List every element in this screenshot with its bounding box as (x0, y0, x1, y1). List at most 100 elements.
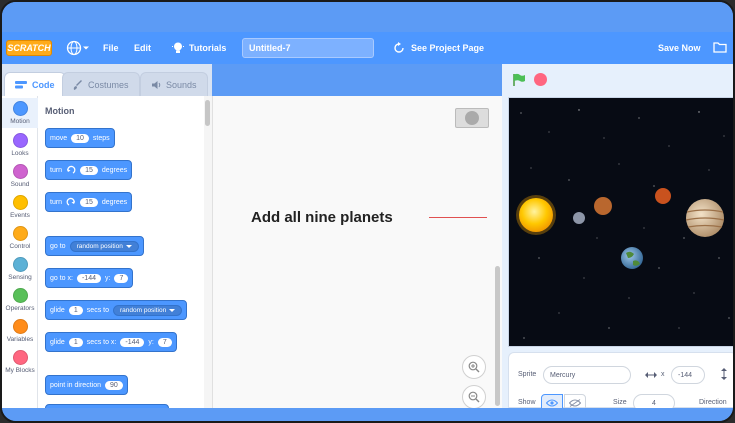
zoom-out-button[interactable] (462, 385, 486, 409)
go-to-dropdown[interactable]: random position (69, 240, 139, 252)
block-text: degrees (101, 166, 128, 174)
tab-sounds[interactable]: Sounds (140, 72, 208, 96)
sun-sprite[interactable] (519, 198, 553, 232)
sprite-name-input[interactable]: Mercury (543, 366, 631, 384)
workspace-scrollbar[interactable] (495, 266, 500, 406)
direction-input[interactable]: 90 (104, 380, 123, 390)
palette-scroll-thumb[interactable] (205, 100, 210, 126)
block-text: move (50, 134, 68, 142)
secs-input[interactable]: 1 (68, 337, 83, 347)
sprite-thumbnail-image (465, 111, 479, 125)
degrees-input[interactable]: 15 (80, 197, 98, 207)
see-project-label: See Project Page (411, 43, 485, 53)
category-label: Looks (11, 150, 29, 157)
zoom-in-icon (468, 361, 480, 373)
rotate-left-icon (66, 197, 76, 206)
category-label: Events (10, 212, 30, 219)
glide-dropdown[interactable]: random position (112, 304, 183, 316)
tutorials-button[interactable]: Tutorials (172, 40, 226, 56)
x-input[interactable]: -144 (76, 273, 101, 283)
folder-icon[interactable] (713, 41, 727, 53)
block-text: y: (148, 338, 154, 346)
zoom-out-icon (468, 391, 480, 403)
earth-sprite[interactable] (621, 247, 643, 269)
horizontal-arrows-icon (645, 372, 657, 378)
block-text: secs to (86, 306, 109, 314)
category-my-blocks[interactable]: My Blocks (2, 347, 38, 377)
turn-right-block[interactable]: turn 15 degrees (45, 160, 133, 180)
category-control[interactable]: Control (2, 223, 38, 253)
x-input[interactable]: -144 (120, 337, 145, 347)
tab-sounds-label: Sounds (166, 79, 197, 90)
see-project-page-button[interactable]: See Project Page (393, 40, 484, 56)
stage-canvas[interactable] (508, 97, 733, 347)
category-label: Control (9, 243, 31, 250)
glide-to-block[interactable]: glide 1 secs to random position (45, 300, 188, 320)
tab-costumes[interactable]: Costumes (62, 72, 140, 96)
category-looks[interactable]: Looks (2, 130, 38, 160)
category-label: My Blocks (5, 367, 35, 374)
tab-costumes-label: Costumes (88, 79, 129, 90)
secs-input[interactable]: 1 (68, 305, 83, 315)
steps-input[interactable]: 10 (71, 133, 89, 143)
dropdown-value: random position (119, 306, 167, 314)
show-label: Show (518, 399, 536, 406)
point-direction-block[interactable]: point in direction 90 (45, 375, 128, 395)
project-title-input[interactable] (242, 38, 374, 58)
block-palette: Motion Looks Sound Events Control Sensin… (2, 96, 212, 414)
block-text: glide (50, 306, 65, 314)
lightbulb-icon (172, 42, 184, 53)
chevron-down-icon (83, 46, 89, 50)
category-events[interactable]: Events (2, 192, 38, 222)
globe-icon (66, 40, 82, 56)
brush-icon (73, 79, 82, 90)
move-steps-block[interactable]: move 10 steps (45, 128, 115, 148)
venus-sprite[interactable] (594, 197, 612, 215)
x-position-input[interactable]: -144 (671, 366, 705, 384)
palette-scrollbar[interactable] (204, 96, 212, 408)
stage-header (502, 64, 733, 96)
category-motion[interactable]: Motion (2, 98, 38, 128)
y-input[interactable]: 7 (114, 273, 129, 283)
go-to-block[interactable]: go to random position (45, 236, 144, 256)
degrees-input[interactable]: 15 (80, 165, 98, 175)
y-input[interactable]: 7 (157, 337, 172, 347)
variables-dot-icon (12, 319, 28, 334)
category-label: Variables (6, 336, 34, 343)
stop-button[interactable] (534, 73, 547, 86)
eye-off-icon (569, 399, 581, 407)
turn-left-block[interactable]: turn 15 degrees (45, 192, 133, 212)
motion-blocks: Motion move 10 steps turn 15 degrees tur… (39, 96, 204, 414)
chevron-down-icon (125, 244, 132, 248)
operators-dot-icon (12, 288, 28, 303)
category-operators[interactable]: Operators (2, 285, 38, 315)
zoom-in-button[interactable] (462, 355, 486, 379)
save-now-button[interactable]: Save Now (658, 43, 701, 53)
control-dot-icon (12, 226, 28, 241)
file-menu[interactable]: File (103, 43, 119, 53)
scratch-logo[interactable]: SCRATCH (6, 40, 52, 56)
mercury-sprite[interactable] (573, 212, 585, 224)
palette-title: Motion (45, 106, 75, 116)
category-variables[interactable]: Variables (2, 316, 38, 346)
edit-menu[interactable]: Edit (134, 43, 151, 53)
my-blocks-dot-icon (12, 350, 28, 365)
block-text: turn (50, 198, 63, 206)
mars-sprite[interactable] (655, 188, 671, 204)
vertical-arrows-icon (721, 368, 727, 380)
block-text: degrees (101, 198, 128, 206)
tab-code[interactable]: Code (4, 72, 66, 96)
category-label: Sound (10, 181, 30, 188)
editor-tabs: Code Costumes Sounds (2, 64, 212, 96)
direction-label: Direction (699, 399, 727, 406)
green-flag-icon[interactable] (512, 73, 526, 87)
glide-xy-block[interactable]: glide 1 secs to x: -144 y: 7 (45, 332, 177, 352)
refresh-icon (394, 42, 404, 53)
category-sound[interactable]: Sound (2, 161, 38, 191)
chevron-down-icon (169, 308, 176, 312)
category-sensing[interactable]: Sensing (2, 254, 38, 284)
go-to-xy-block[interactable]: go to x: -144 y: 7 (45, 268, 134, 288)
instruction-annotation: Add all nine planets (251, 209, 393, 226)
code-workspace[interactable]: Add all nine planets (212, 96, 502, 409)
language-menu[interactable] (66, 40, 90, 56)
